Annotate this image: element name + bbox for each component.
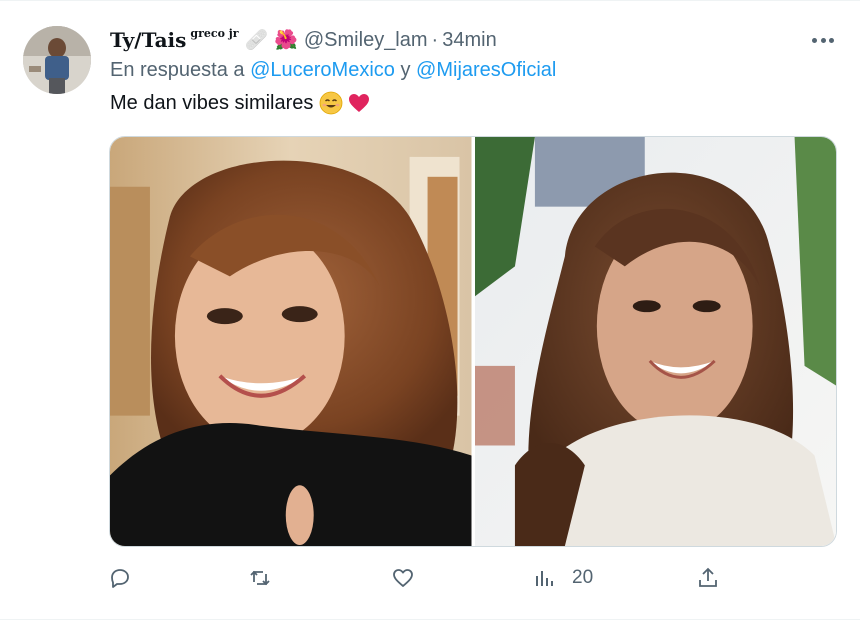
timestamp[interactable]: 34min (442, 27, 496, 53)
views-count: 20 (572, 567, 594, 588)
retweet-button[interactable] (248, 566, 288, 590)
bandage-emoji-icon: 🩹 (244, 29, 269, 51)
display-name-suffix: greco jr (190, 27, 239, 40)
avatar[interactable] (23, 26, 91, 94)
tweet-card[interactable]: Ty/Tais greco jr 🩹 🌺 @Smiley_lam · 34min… (0, 0, 860, 620)
photo-left[interactable] (110, 137, 472, 546)
more-dot (820, 37, 826, 43)
mention-mijares[interactable]: @MijaresOficial (416, 59, 556, 81)
display-name[interactable]: Ty/Tais (110, 27, 186, 53)
reply-prefix: En respuesta a (110, 59, 245, 81)
more-options-icon[interactable] (806, 27, 840, 53)
separator-dot: · (431, 29, 439, 51)
heart-icon (393, 569, 413, 587)
reply-joiner: y (400, 59, 411, 81)
hibiscus-emoji-icon: 🌺 (274, 29, 298, 51)
reply-button[interactable] (108, 566, 148, 590)
tweet-header: Ty/Tais greco jr 🩹 🌺 @Smiley_lam · 34min (110, 27, 497, 53)
share-button[interactable] (696, 566, 736, 590)
red-heart-emoji-icon (347, 91, 371, 115)
media-grid (109, 136, 837, 547)
tweet-text: Me dan vibes similares (110, 91, 371, 115)
share-icon (699, 567, 717, 587)
mention-lucero[interactable]: @LuceroMexico (250, 59, 395, 81)
smiling-face-emoji-icon (319, 91, 343, 115)
analytics-icon (536, 571, 553, 586)
views-button[interactable]: 20 (532, 566, 593, 590)
retweet-icon (250, 570, 270, 586)
reply-icon (111, 569, 129, 588)
tweet-body: Me dan vibes similares (110, 91, 314, 114)
like-button[interactable] (391, 566, 431, 590)
reply-context: En respuesta a @LuceroMexico y @MijaresO… (110, 59, 556, 82)
user-handle[interactable]: @Smiley_lam (304, 27, 428, 53)
photo-right[interactable] (474, 137, 836, 546)
tweet-actions: 20 (108, 566, 728, 592)
more-dot (829, 37, 834, 43)
more-dot (812, 37, 817, 43)
